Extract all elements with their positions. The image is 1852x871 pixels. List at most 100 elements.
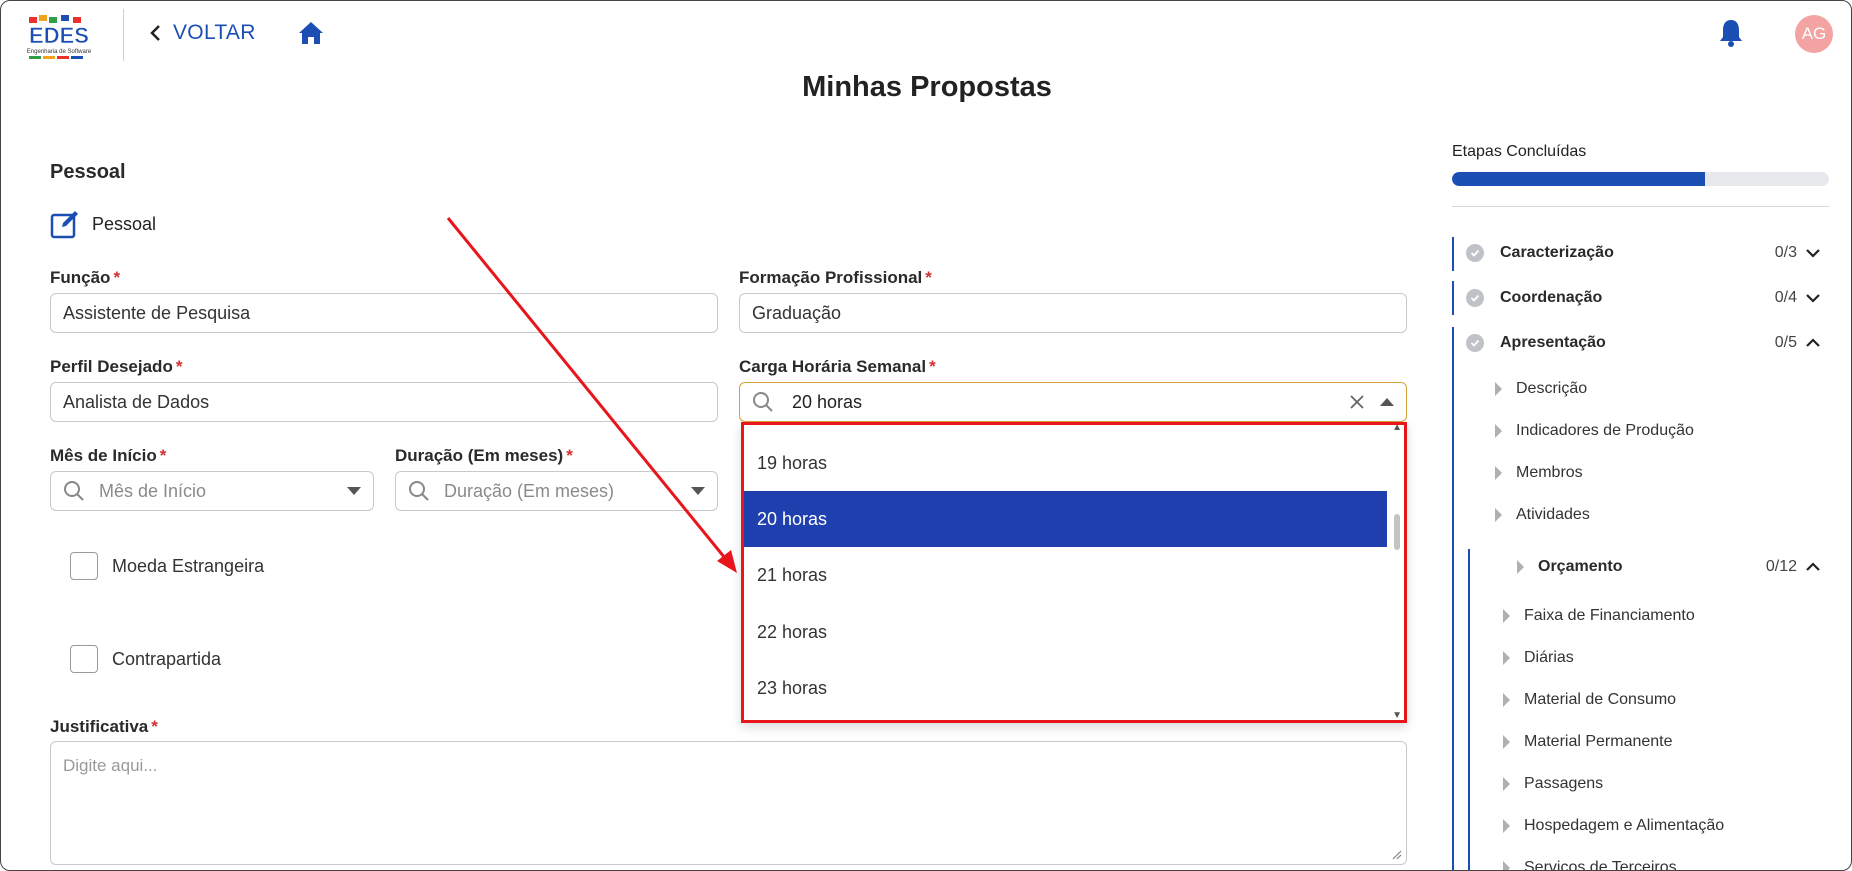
step-coordenacao[interactable]: Coordenação 0/4 (1452, 284, 1829, 312)
sub-item-servicos[interactable]: Serviços de Terceiros (1503, 859, 1677, 871)
dropdown-option[interactable]: 19 horas (741, 435, 1387, 491)
chevron-up-icon[interactable] (1805, 559, 1821, 575)
justificativa-label: Justificativa * (50, 717, 158, 736)
sub-item-label: Passagens (1524, 775, 1604, 792)
home-icon[interactable] (297, 19, 325, 47)
funcao-input[interactable]: Assistente de Pesquisa (50, 293, 718, 333)
sub-item-membros[interactable]: Membros (1495, 464, 1583, 482)
app-window: EDES Engenharia de Software VOLTAR AG Mi… (0, 0, 1852, 871)
sub-item-label: Atividades (1516, 506, 1590, 523)
step-apresentacao[interactable]: Apresentação 0/5 (1452, 329, 1829, 357)
avatar[interactable]: AG (1795, 15, 1833, 53)
moeda-label: Moeda Estrangeira (112, 555, 265, 576)
svg-text:EDES: EDES (29, 23, 89, 48)
caret-right-icon (1495, 466, 1502, 480)
clear-icon[interactable] (1348, 393, 1366, 411)
caret-up-icon[interactable] (1380, 398, 1394, 406)
sub-item-faixa[interactable]: Faixa de Financiamento (1503, 607, 1695, 625)
sub-item-indicadores[interactable]: Indicadores de Produção (1495, 422, 1694, 440)
sub-item-label: Diárias (1524, 649, 1574, 666)
carga-value[interactable]: 20 horas (792, 392, 1348, 413)
notification-bell-icon[interactable] (1717, 17, 1745, 49)
duracao-select[interactable]: Duração (Em meses) (395, 471, 718, 511)
step-orcamento[interactable]: Orçamento 0/12 (1517, 553, 1829, 581)
step-name: Apresentação (1500, 334, 1606, 351)
panel-divider (1452, 206, 1829, 207)
sub-item-diarias[interactable]: Diárias (1503, 649, 1574, 667)
section-title: Pessoal (50, 161, 126, 183)
caret-right-icon (1503, 861, 1510, 870)
duracao-label: Duração (Em meses) * (395, 446, 573, 465)
sub-item-descricao[interactable]: Descrição (1495, 380, 1587, 398)
search-icon (64, 481, 84, 501)
caret-right-icon (1503, 651, 1510, 665)
chevron-down-icon[interactable] (1805, 245, 1821, 261)
edit-pessoal-link[interactable]: Pessoal (50, 209, 156, 239)
formacao-label: Formação Profissional * (739, 268, 932, 287)
justificativa-textarea[interactable]: Digite aqui... (50, 741, 1407, 865)
check-circle-icon (1466, 244, 1484, 262)
dropdown-option[interactable]: 22 horas (741, 604, 1387, 660)
carga-horaria-combobox[interactable]: 20 horas (739, 382, 1407, 422)
perfil-label: Perfil Desejado * (50, 357, 183, 376)
sub-item-label: Indicadores de Produção (1516, 422, 1694, 439)
mes-inicio-placeholder: Mês de Início (99, 480, 207, 501)
progress-title: Etapas Concluídas (1452, 143, 1587, 160)
carga-label: Carga Horária Semanal * (739, 357, 936, 376)
sub-item-consumo[interactable]: Material de Consumo (1503, 691, 1676, 709)
sub-item-passagens[interactable]: Passagens (1503, 775, 1603, 793)
contrapartida-checkbox[interactable]: Contrapartida (70, 645, 221, 673)
edit-label: Pessoal (92, 213, 157, 234)
header-divider (123, 9, 124, 61)
sub-step-indicator (1468, 549, 1470, 870)
step-count: 0/3 (1774, 244, 1797, 261)
mes-inicio-label: Mês de Início * (50, 446, 167, 465)
progress-fill (1452, 172, 1705, 186)
logo: EDES Engenharia de Software (25, 11, 93, 63)
caret-right-icon (1495, 508, 1502, 522)
sub-item-label: Hospedagem e Alimentação (1524, 817, 1725, 834)
justificativa-placeholder: Digite aqui... (63, 756, 158, 775)
funcao-label: Função * (50, 268, 121, 287)
step-caracterizacao[interactable]: Caracterização 0/3 (1452, 239, 1829, 267)
resize-handle-icon[interactable] (1392, 850, 1402, 860)
step-indicator (1452, 327, 1454, 870)
step-name: Caracterização (1500, 244, 1614, 261)
page-title: Minhas Propostas (802, 71, 1052, 103)
scrollbar-thumb[interactable] (1394, 514, 1400, 550)
sub-item-label: Serviços de Terceiros (1524, 859, 1677, 871)
formacao-input[interactable]: Graduação (739, 293, 1407, 333)
chevron-up-icon[interactable] (1805, 335, 1821, 351)
search-icon (753, 392, 773, 412)
dropdown-option[interactable]: 23 horas (741, 660, 1387, 716)
chevron-down-icon[interactable] (347, 487, 361, 495)
step-count: 0/4 (1774, 289, 1797, 306)
sub-item-label: Faixa de Financiamento (1524, 607, 1695, 624)
sub-item-hospedagem[interactable]: Hospedagem e Alimentação (1503, 817, 1724, 835)
carga-horaria-dropdown: 19 horas 20 horas 21 horas 22 horas 23 h… (741, 422, 1407, 723)
sub-item-atividades[interactable]: Atividades (1495, 506, 1590, 524)
caret-right-icon (1503, 819, 1510, 833)
sub-item-label: Material Permanente (1524, 733, 1673, 750)
checkbox-box[interactable] (70, 552, 98, 580)
moeda-estrangeira-checkbox[interactable]: Moeda Estrangeira (70, 552, 264, 580)
dropdown-option[interactable]: 21 horas (741, 547, 1387, 603)
back-label: VOLTAR (173, 21, 256, 44)
chevron-down-icon[interactable] (691, 487, 705, 495)
sub-item-label: Membros (1516, 464, 1583, 481)
checkbox-box[interactable] (70, 645, 98, 673)
perfil-input[interactable]: Analista de Dados (50, 382, 718, 422)
dropdown-scrollbar[interactable]: ▲ ▼ (1387, 422, 1407, 723)
progress-bar (1452, 172, 1829, 186)
back-button[interactable]: VOLTAR (149, 21, 256, 45)
dropdown-option-selected[interactable]: 20 horas (741, 491, 1387, 547)
caret-right-icon (1503, 777, 1510, 791)
scroll-down-icon[interactable]: ▼ (1392, 710, 1402, 721)
scroll-up-icon[interactable]: ▲ (1392, 422, 1402, 433)
contrapartida-label: Contrapartida (112, 648, 222, 669)
mes-inicio-select[interactable]: Mês de Início (50, 471, 374, 511)
caret-right-icon (1503, 735, 1510, 749)
sub-item-permanente[interactable]: Material Permanente (1503, 733, 1673, 751)
chevron-down-icon[interactable] (1805, 290, 1821, 306)
caret-right-icon (1503, 609, 1510, 623)
